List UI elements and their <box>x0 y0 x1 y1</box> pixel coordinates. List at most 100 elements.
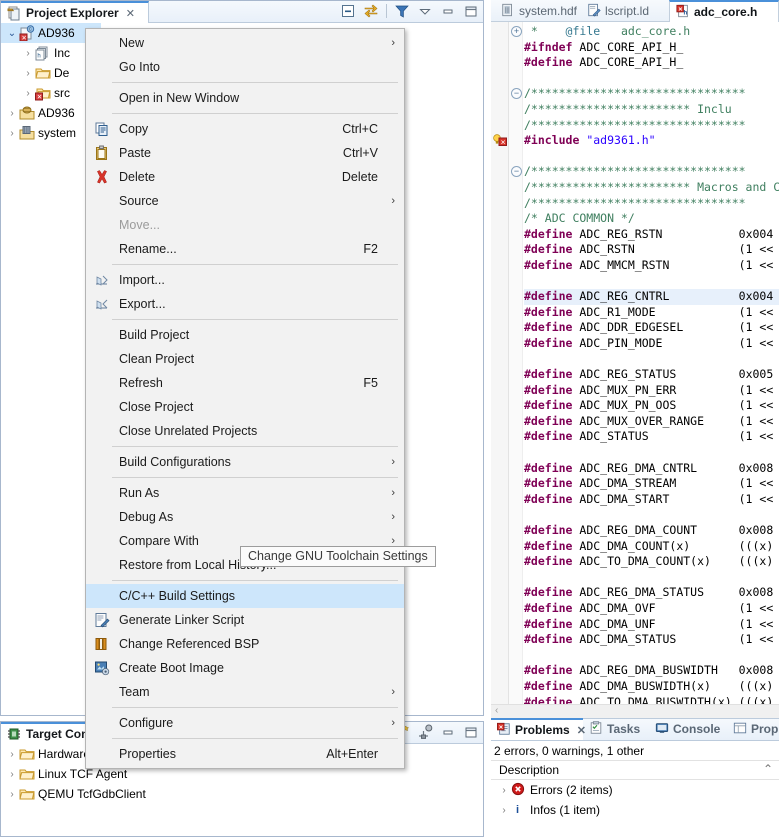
menu-item-shortcut: Ctrl+V <box>342 146 378 160</box>
chevron-right-icon[interactable]: › <box>5 108 19 119</box>
menu-item-copy[interactable]: Copy Ctrl+C <box>86 117 404 141</box>
tree-item-src[interactable]: › ✕ src <box>1 83 93 103</box>
problems-tab-problems[interactable]: ✕ Problems ✕ <box>491 718 586 740</box>
tree-item-ad936x-bsp[interactable]: › AD936 <box>1 103 93 123</box>
view-menu-icon[interactable] <box>417 3 433 19</box>
code-line: #define ADC_PIN_MODE (1 << <box>524 336 779 352</box>
menu-item-go-into[interactable]: Go Into <box>86 55 404 79</box>
menu-item-label: Rename... <box>119 242 177 256</box>
chevron-right-icon[interactable]: › <box>21 88 35 99</box>
tree-item-includes[interactable]: › h Inc <box>1 43 93 63</box>
code-token: ADC_DDR_EDGESEL (1 << <box>572 320 774 335</box>
problems-tab-tasks[interactable]: Tasks <box>583 718 649 740</box>
code-line: #define ADC_TO_DMA_COUNT(x) (((x) <box>524 554 779 570</box>
close-icon[interactable]: ✕ <box>126 7 135 20</box>
chevron-right-icon[interactable]: › <box>5 749 19 760</box>
problems-row-errors[interactable]: › Errors (2 items) <box>491 780 779 800</box>
hdf-file-icon <box>501 3 515 19</box>
fold-expand-icon[interactable]: + <box>511 26 522 37</box>
menu-item-export[interactable]: Export... <box>86 292 404 316</box>
code-line: #define ADC_STATUS (1 << <box>524 429 779 445</box>
chevron-down-icon[interactable]: ⌄ <box>5 28 19 39</box>
maximize-icon[interactable] <box>463 724 479 740</box>
tab-project-explorer[interactable]: Project Explorer ✕ <box>1 1 149 23</box>
menu-item-close-unrelated-projects[interactable]: Close Unrelated Projects <box>86 419 404 443</box>
problems-tab-prop[interactable]: Prop <box>727 718 778 740</box>
minimize-icon[interactable] <box>440 3 456 19</box>
menu-item-delete[interactable]: Delete Delete <box>86 165 404 189</box>
problems-tab-console[interactable]: Console <box>649 718 727 740</box>
chevron-right-icon[interactable]: › <box>5 769 19 780</box>
editor-folding-column[interactable]: + − − <box>509 22 523 718</box>
menu-item-c-c-build-settings[interactable]: C/C++ Build Settings <box>86 584 404 608</box>
chevron-right-icon[interactable]: › <box>5 128 19 139</box>
code-token: #define <box>524 678 573 693</box>
code-token: ADC_DMA_OVF (1 << <box>572 600 774 615</box>
tree-item-qemu-tcfgdbclient[interactable]: › QEMU TcfGdbClient <box>1 784 483 804</box>
fold-collapse-icon[interactable]: − <box>511 88 522 100</box>
delete-connection-icon[interactable] <box>417 724 433 740</box>
editor-area[interactable]: ✕ + − − * @file adc_core.h #ifndef ADC_CORE… <box>491 22 779 718</box>
menu-item-change-referenced-bsp[interactable]: Change Referenced BSP <box>86 632 404 656</box>
code-token: ADC_REG_DMA_STATUS <box>572 585 739 600</box>
collapse-chevron-icon[interactable]: ⌃ <box>763 762 773 776</box>
error-marker-icon[interactable]: ✕ <box>492 133 508 147</box>
menu-item-label: Source <box>119 194 159 208</box>
menu-item-new[interactable]: New › <box>86 31 404 55</box>
svg-text:h: h <box>684 10 688 17</box>
filter-icon[interactable] <box>394 3 410 19</box>
minimize-icon[interactable] <box>440 724 456 740</box>
code-line: /******************************* <box>524 86 779 102</box>
menu-item-paste[interactable]: Paste Ctrl+V <box>86 141 404 165</box>
problems-tab-label: Tasks <box>607 722 641 736</box>
menu-item-label: Go Into <box>119 60 160 74</box>
code-token: #define <box>524 320 573 335</box>
editor-tab-adc-core-h[interactable]: h ✕ adc_core.h <box>669 0 779 22</box>
menu-item-refresh[interactable]: Refresh F5 <box>86 371 404 395</box>
chevron-right-icon[interactable]: › <box>21 48 35 59</box>
menu-item-build-configurations[interactable]: Build Configurations › <box>86 450 404 474</box>
menu-item-clean-project[interactable]: Clean Project <box>86 347 404 371</box>
tooltip: Change GNU Toolchain Settings <box>240 546 436 567</box>
chevron-right-icon[interactable]: › <box>497 805 511 816</box>
fold-collapse-icon[interactable]: − <box>511 166 522 178</box>
code-token: ADC_MUX_PN_OOS (1 << <box>572 398 774 413</box>
collapse-all-icon[interactable] <box>340 3 356 19</box>
tree-item-label: Inc <box>54 46 71 60</box>
menu-item-close-project[interactable]: Close Project <box>86 395 404 419</box>
chevron-right-icon[interactable]: › <box>5 789 19 800</box>
editor-tab-lscript-ld[interactable]: lscript.ld <box>581 0 669 22</box>
tree-item-debug[interactable]: › De <box>1 63 93 83</box>
scroll-left-arrow-icon[interactable]: ‹ <box>495 705 498 716</box>
link-with-editor-icon[interactable] <box>363 3 379 19</box>
menu-item-configure[interactable]: Configure › <box>86 711 404 735</box>
menu-item-rename[interactable]: Rename... F2 <box>86 237 404 261</box>
menu-item-generate-linker-script[interactable]: Generate Linker Script <box>86 608 404 632</box>
menu-item-source[interactable]: Source › <box>86 189 404 213</box>
chevron-right-icon[interactable]: › <box>497 785 511 796</box>
editor-code-text[interactable]: * @file adc_core.h #ifndef ADC_CORE_API_H… <box>524 22 779 704</box>
menu-item-create-boot-image[interactable]: Create Boot Image <box>86 656 404 680</box>
problems-row-infos[interactable]: › i Infos (1 item) <box>491 800 779 820</box>
code-line: #define ADC_DMA_COUNT(x) (((x) <box>524 539 779 555</box>
menu-item-debug-as[interactable]: Debug As › <box>86 505 404 529</box>
code-token: #define <box>524 523 573 537</box>
maximize-icon[interactable] <box>463 3 479 19</box>
menu-separator <box>112 707 398 708</box>
editor-gutter[interactable]: ✕ <box>491 22 509 718</box>
menu-item-build-project[interactable]: Build Project <box>86 323 404 347</box>
project-context-menu[interactable]: New › Go Into Open in New Window Copy Ctrl+C P… <box>85 28 405 769</box>
c-project-error-icon: C ✕ <box>19 25 35 41</box>
editor-tab-system-hdf[interactable]: system.hdf <box>495 0 581 22</box>
menu-item-team[interactable]: Team › <box>86 680 404 704</box>
menu-item-import[interactable]: Import... <box>86 268 404 292</box>
editor-horizontal-scrollbar[interactable]: ‹ <box>491 704 779 718</box>
code-token: ADC_CORE_API_H_ <box>572 39 684 54</box>
menu-item-open-in-new-window[interactable]: Open in New Window <box>86 86 404 110</box>
menu-item-properties[interactable]: Properties Alt+Enter <box>86 742 404 766</box>
menu-item-run-as[interactable]: Run As › <box>86 481 404 505</box>
chevron-right-icon[interactable]: › <box>21 68 35 79</box>
tree-item-system-hw[interactable]: › system <box>1 123 93 143</box>
